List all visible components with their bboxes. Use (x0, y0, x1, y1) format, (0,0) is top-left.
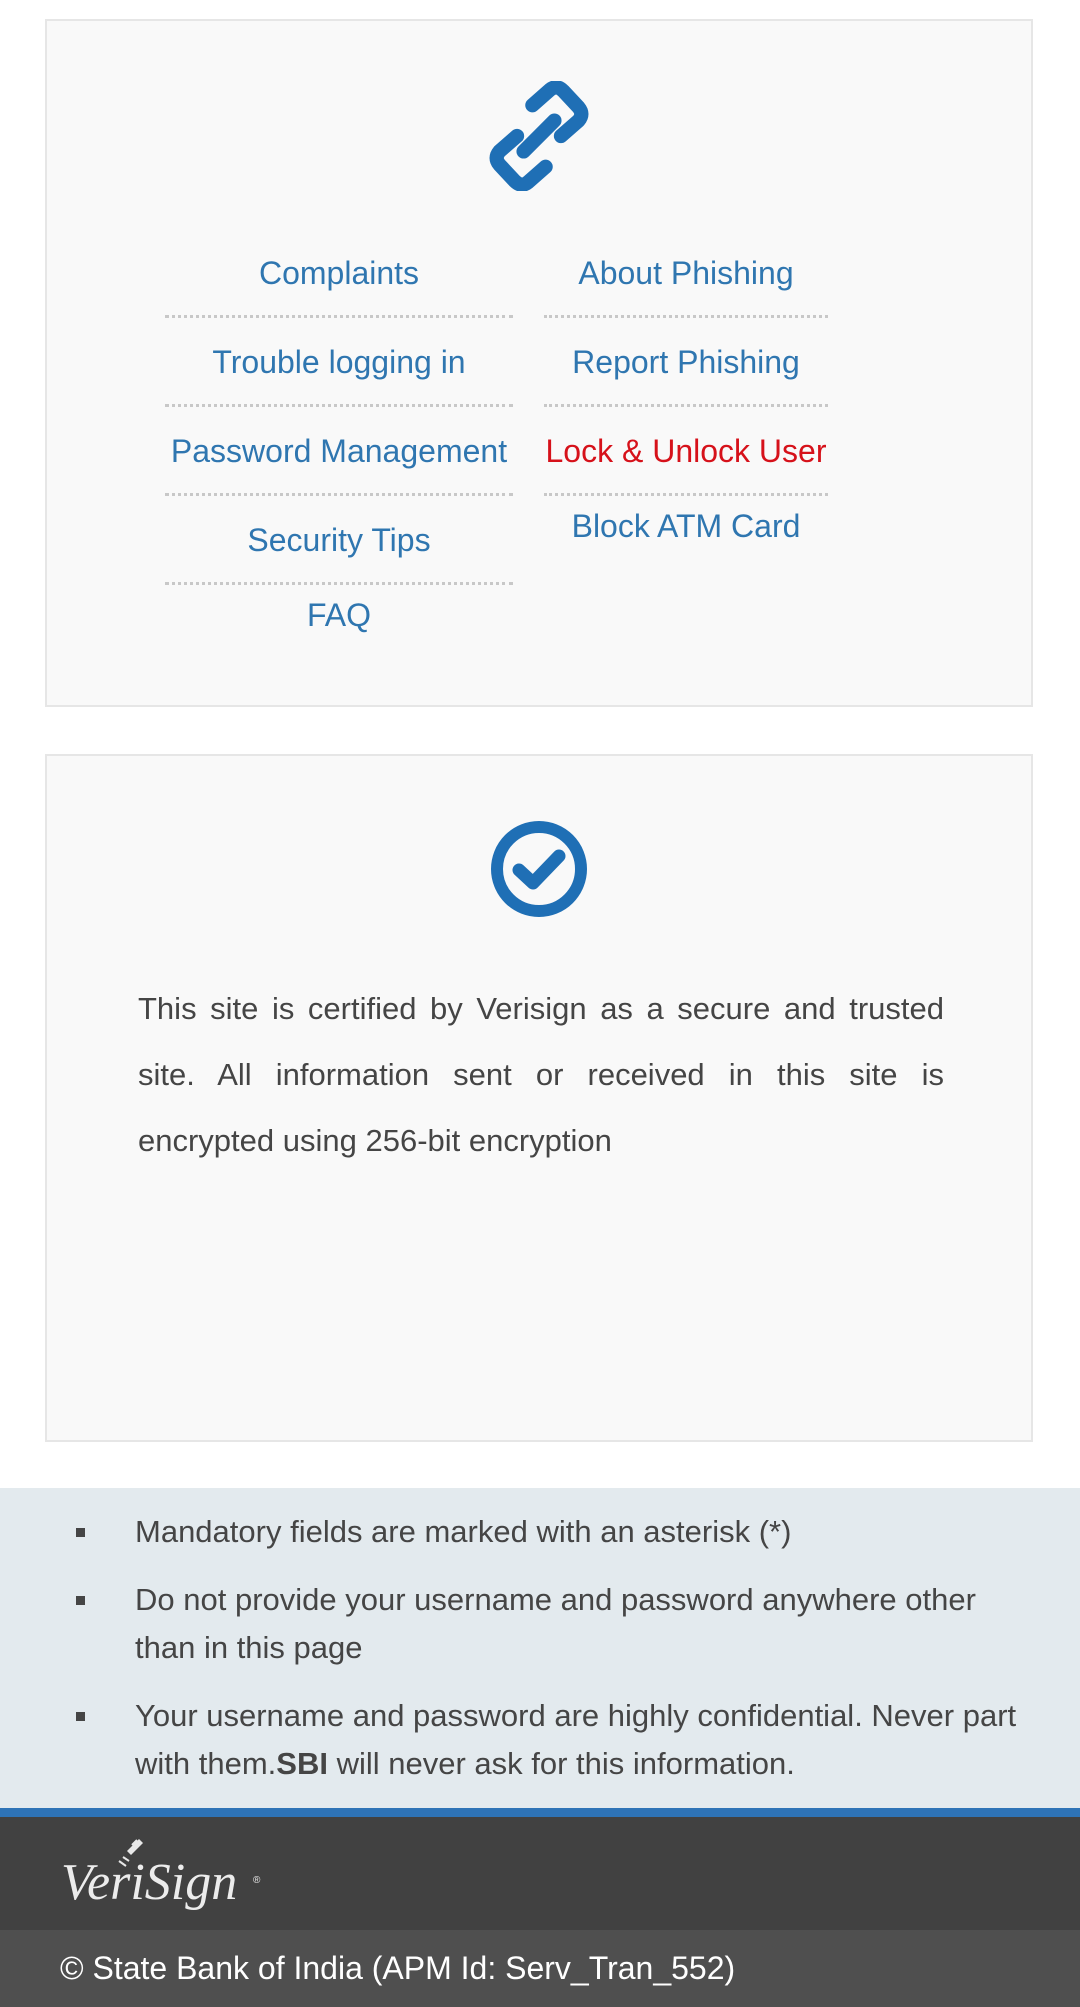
note-text: will never ask for this information. (327, 1746, 795, 1781)
link-icon (489, 81, 589, 191)
note-item: Your username and password are highly co… (0, 1692, 1080, 1788)
help-links-card: Complaints Trouble logging in Password M… (45, 19, 1033, 707)
certification-text: This site is certified by Verisign as a … (138, 991, 944, 1158)
note-item: Do not provide your username and passwor… (0, 1576, 1080, 1672)
help-links-right-column: About Phishing Report Phishing Lock & Un… (544, 229, 828, 564)
note-text: Do not provide your username and passwor… (135, 1582, 976, 1665)
link-block-atm-card[interactable]: Block ATM Card (544, 496, 828, 564)
footer-copyright-strip: © State Bank of India (APM Id: Serv_Tran… (0, 1930, 1080, 2007)
note-text: Mandatory fields are marked with an aste… (135, 1514, 792, 1549)
link-security-tips[interactable]: Security Tips (165, 496, 513, 585)
link-faq[interactable]: FAQ (165, 585, 513, 653)
footer-accent-bar (0, 1808, 1080, 1817)
link-report-phishing[interactable]: Report Phishing (544, 318, 828, 407)
link-complaints[interactable]: Complaints (165, 229, 513, 318)
certification-card: This site is certified by Verisign as a … (45, 754, 1033, 1442)
footer-logo-strip: VeriSign ® (0, 1817, 1080, 1930)
link-lock-unlock-user[interactable]: Lock & Unlock User (544, 407, 828, 496)
bullet-icon (76, 1596, 85, 1605)
notes-panel: Mandatory fields are marked with an aste… (0, 1488, 1080, 1808)
link-password-management[interactable]: Password Management (165, 407, 513, 496)
svg-text:®: ® (253, 1875, 261, 1886)
bullet-icon (76, 1528, 85, 1537)
verisign-logo: VeriSign ® (61, 1839, 261, 1911)
link-trouble-logging-in[interactable]: Trouble logging in (165, 318, 513, 407)
verisign-logo-text: VeriSign (61, 1854, 237, 1911)
help-links-left-column: Complaints Trouble logging in Password M… (165, 229, 513, 653)
link-about-phishing[interactable]: About Phishing (544, 229, 828, 318)
copyright-text: © State Bank of India (APM Id: Serv_Tran… (60, 1950, 736, 1986)
check-circle-icon (491, 821, 587, 917)
bullet-icon (76, 1712, 85, 1721)
note-item: Mandatory fields are marked with an aste… (0, 1508, 1080, 1556)
notes-list: Mandatory fields are marked with an aste… (0, 1508, 1080, 1808)
note-bold-text: SBI (276, 1746, 328, 1781)
